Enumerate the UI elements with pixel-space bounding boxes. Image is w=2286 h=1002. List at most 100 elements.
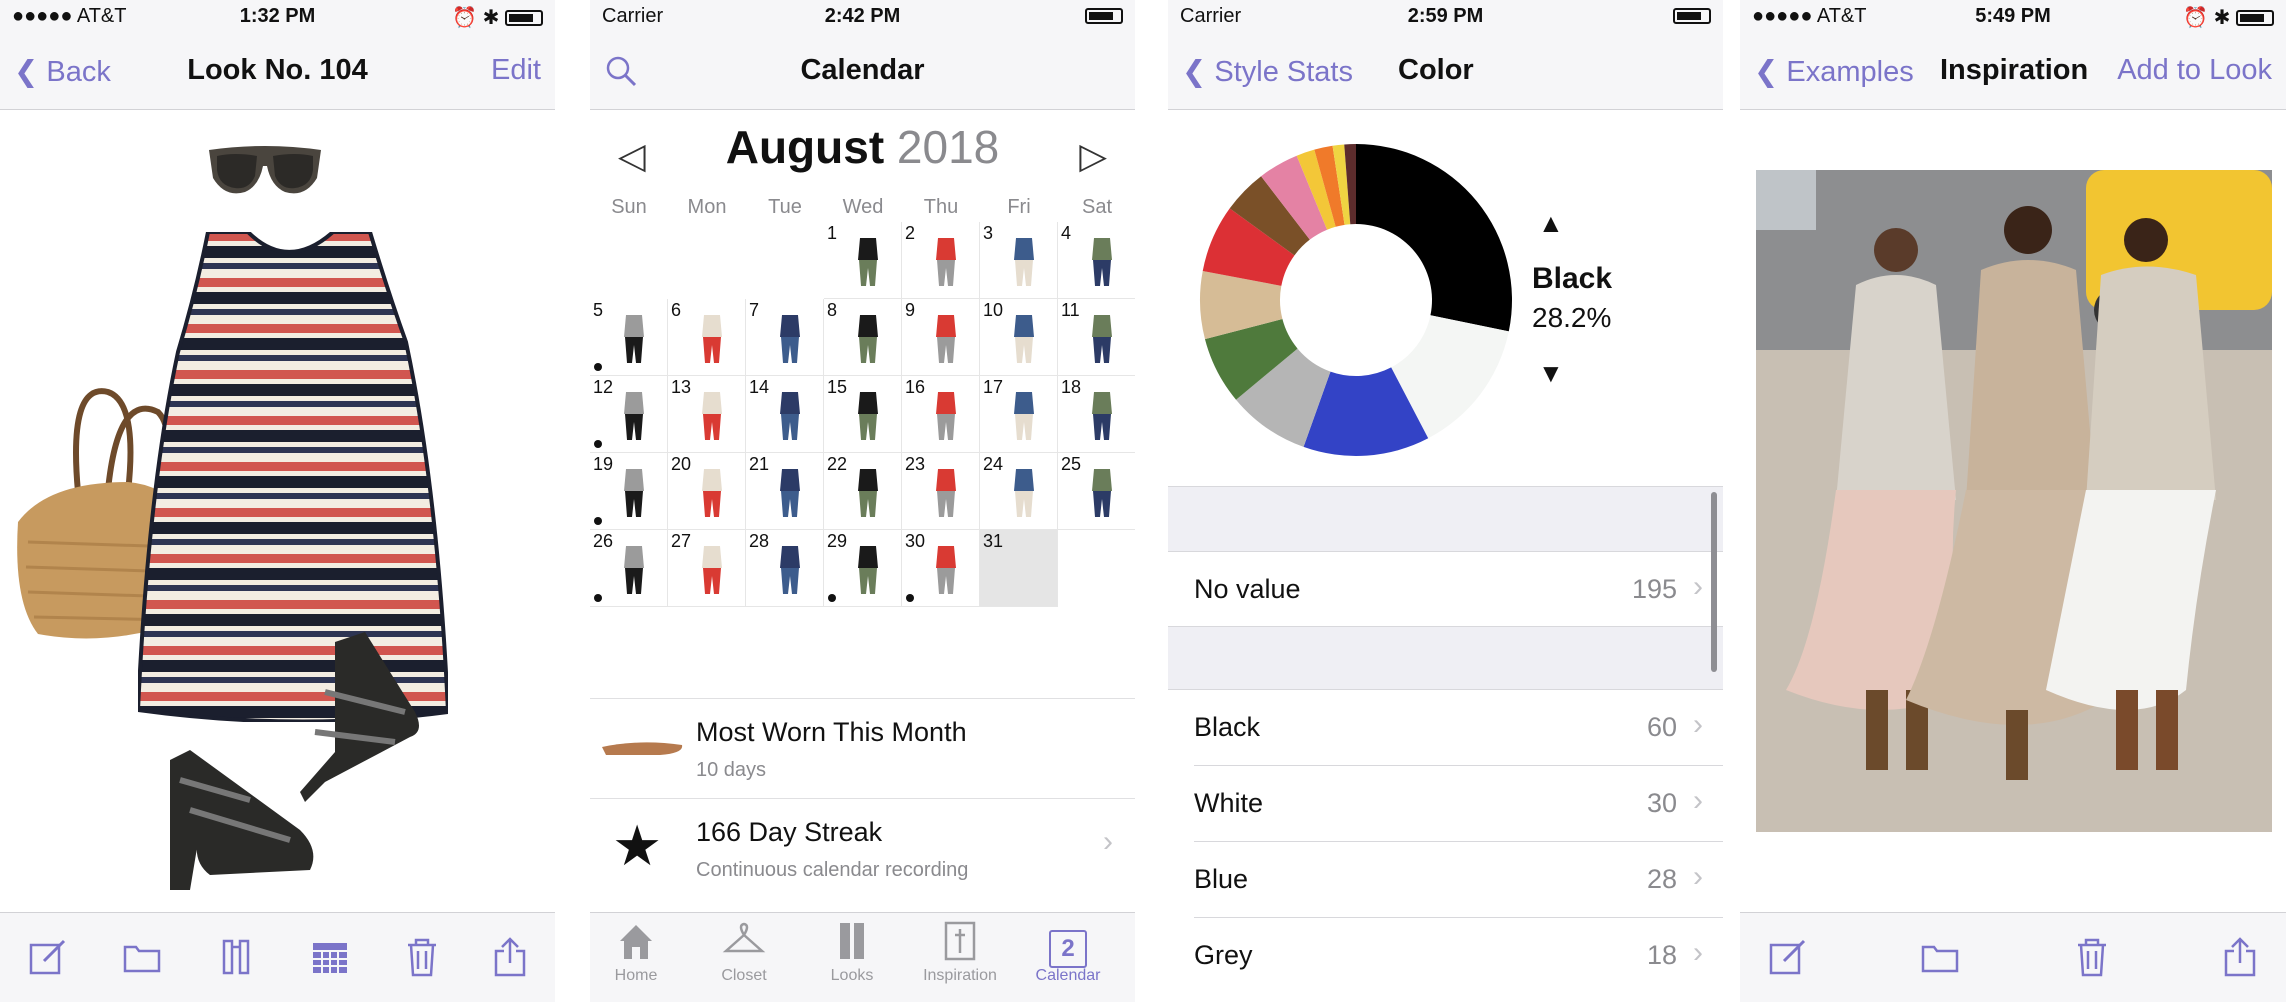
back-button[interactable]: ❮ Style Stats: [1182, 54, 1353, 89]
calendar-day[interactable]: 14: [746, 376, 824, 453]
looks-icon: [802, 921, 902, 967]
month-label: August: [725, 121, 885, 173]
most-worn-row[interactable]: Most Worn This Month 10 days: [590, 698, 1135, 798]
calendar-day[interactable]: 20: [668, 453, 746, 530]
list-item[interactable]: Blue 28 ›: [1168, 842, 1723, 918]
calendar-day[interactable]: 8: [824, 299, 902, 376]
day-number: 17: [983, 377, 1004, 397]
calendar-day[interactable]: 3: [980, 222, 1058, 299]
section-spacer: [1168, 626, 1723, 690]
color-donut-chart[interactable]: [1196, 140, 1516, 460]
calendar-day[interactable]: 4: [1058, 222, 1135, 299]
add-to-look-button[interactable]: Add to Look: [2117, 54, 2272, 87]
next-slice-icon[interactable]: ▼: [1538, 358, 1564, 389]
month-header: August 2018: [590, 120, 1135, 190]
calendar-day[interactable]: 18: [1058, 376, 1135, 453]
outfit-thumbnail: [858, 392, 878, 440]
most-worn-subtitle: 10 days: [696, 759, 767, 781]
edit-button[interactable]: Edit: [491, 54, 541, 87]
outfit-thumbnail: [936, 315, 956, 363]
sunglasses-image[interactable]: [205, 140, 325, 202]
status-bar: Carrier 2:59 PM: [1168, 0, 1723, 38]
streak-row[interactable]: ★ 166 Day Streak Continuous calendar rec…: [590, 798, 1135, 898]
calendar-day[interactable]: 6: [668, 299, 746, 376]
day-number: 27: [671, 531, 692, 551]
edit-icon[interactable]: [1766, 937, 1810, 981]
calendar-day[interactable]: 31: [980, 530, 1058, 607]
calendar-day[interactable]: 16: [902, 376, 980, 453]
calendar-day[interactable]: 27: [668, 530, 746, 607]
tab-closet[interactable]: Closet: [694, 921, 794, 985]
calendar-day[interactable]: 22: [824, 453, 902, 530]
status-bar: ●●●●● AT&T 5:49 PM ⏰ ✱: [1740, 0, 2286, 38]
outfit-thumbnail: [780, 546, 800, 594]
weekday-label: Mon: [687, 196, 727, 218]
list-item[interactable]: Black 60 ›: [1168, 690, 1723, 766]
day-number: 12: [593, 377, 614, 397]
list-item[interactable]: No value 195 ›: [1168, 552, 1723, 628]
inspiration-screen: ●●●●● AT&T 5:49 PM ⏰ ✱ ❮ Examples Inspir…: [1740, 0, 2286, 1002]
back-button[interactable]: ❮ Examples: [1754, 54, 1914, 89]
outfit-thumbnail: [624, 392, 644, 440]
calendar-day[interactable]: 1: [824, 222, 902, 299]
prev-slice-icon[interactable]: ▲: [1538, 208, 1564, 239]
tab-inspiration[interactable]: Inspiration: [910, 921, 1010, 985]
calendar-day[interactable]: 23: [902, 453, 980, 530]
streak-title: 166 Day Streak: [696, 817, 883, 847]
calendar-grid-icon[interactable]: [308, 937, 352, 981]
outfit-thumbnail: [858, 469, 878, 517]
tab-calendar[interactable]: 2 Calendar: [1018, 921, 1118, 985]
calendar-day[interactable]: 2: [902, 222, 980, 299]
look-screen: ●●●●● AT&T 1:32 PM ⏰ ✱ ❮ Back Look No. 1…: [0, 0, 555, 1002]
scrollbar[interactable]: [1711, 492, 1717, 672]
calendar-day[interactable]: 30: [902, 530, 980, 607]
bottom-toolbar: [0, 912, 555, 1002]
battery-icon: [1673, 5, 1711, 28]
trash-icon[interactable]: [400, 937, 444, 981]
outfit-thumbnail: [1092, 469, 1112, 517]
inspiration-photo[interactable]: [1756, 170, 2272, 832]
battery-icon: ⏰ ✱: [452, 5, 543, 30]
calendar-day[interactable]: 25: [1058, 453, 1135, 530]
calendar-day[interactable]: 12: [590, 376, 668, 453]
day-number: 20: [671, 454, 692, 474]
outfit-thumbnail: [780, 469, 800, 517]
edit-icon[interactable]: [26, 937, 70, 981]
day-number: 30: [905, 531, 926, 551]
calendar-day[interactable]: 29: [824, 530, 902, 607]
page-title: Calendar: [800, 54, 925, 86]
worn-indicator: [906, 594, 914, 602]
calendar-day[interactable]: 7: [746, 299, 824, 376]
prev-month-icon[interactable]: ◁: [618, 135, 646, 177]
calendar-day[interactable]: 28: [746, 530, 824, 607]
trash-icon[interactable]: [2070, 937, 2114, 981]
list-item[interactable]: Grey 18 ›: [1168, 918, 1723, 994]
calendar-day[interactable]: 11: [1058, 299, 1135, 376]
calendar-day[interactable]: 13: [668, 376, 746, 453]
calendar-day[interactable]: 21: [746, 453, 824, 530]
donut-slice-black[interactable]: [1356, 144, 1512, 332]
color-stats-screen: Carrier 2:59 PM ❮ Style Stats Color ▲ Bl…: [1168, 0, 1723, 1002]
folder-icon[interactable]: [120, 937, 164, 981]
next-month-icon[interactable]: ▷: [1079, 135, 1107, 177]
calendar-day[interactable]: 24: [980, 453, 1058, 530]
calendar-day[interactable]: 17: [980, 376, 1058, 453]
calendar-day[interactable]: 26: [590, 530, 668, 607]
share-icon[interactable]: [2218, 937, 2262, 981]
calendar-day[interactable]: 19: [590, 453, 668, 530]
day-number: 16: [905, 377, 926, 397]
calendar-day[interactable]: 15: [824, 376, 902, 453]
chevron-right-icon: ›: [1693, 860, 1703, 893]
tab-home[interactable]: Home: [590, 921, 686, 985]
folder-icon[interactable]: [1918, 937, 1962, 981]
calendar-day[interactable]: 5: [590, 299, 668, 376]
calendar-day[interactable]: 10: [980, 299, 1058, 376]
worn-indicator: [594, 594, 602, 602]
calendar-day[interactable]: 9: [902, 299, 980, 376]
tab-looks[interactable]: Looks: [802, 921, 902, 985]
list-item[interactable]: White 30 ›: [1168, 766, 1723, 842]
nav-bar: Calendar: [590, 38, 1135, 110]
share-icon[interactable]: [488, 937, 532, 981]
sandal-right-image[interactable]: [295, 632, 435, 812]
outfit-icon[interactable]: [214, 937, 258, 981]
